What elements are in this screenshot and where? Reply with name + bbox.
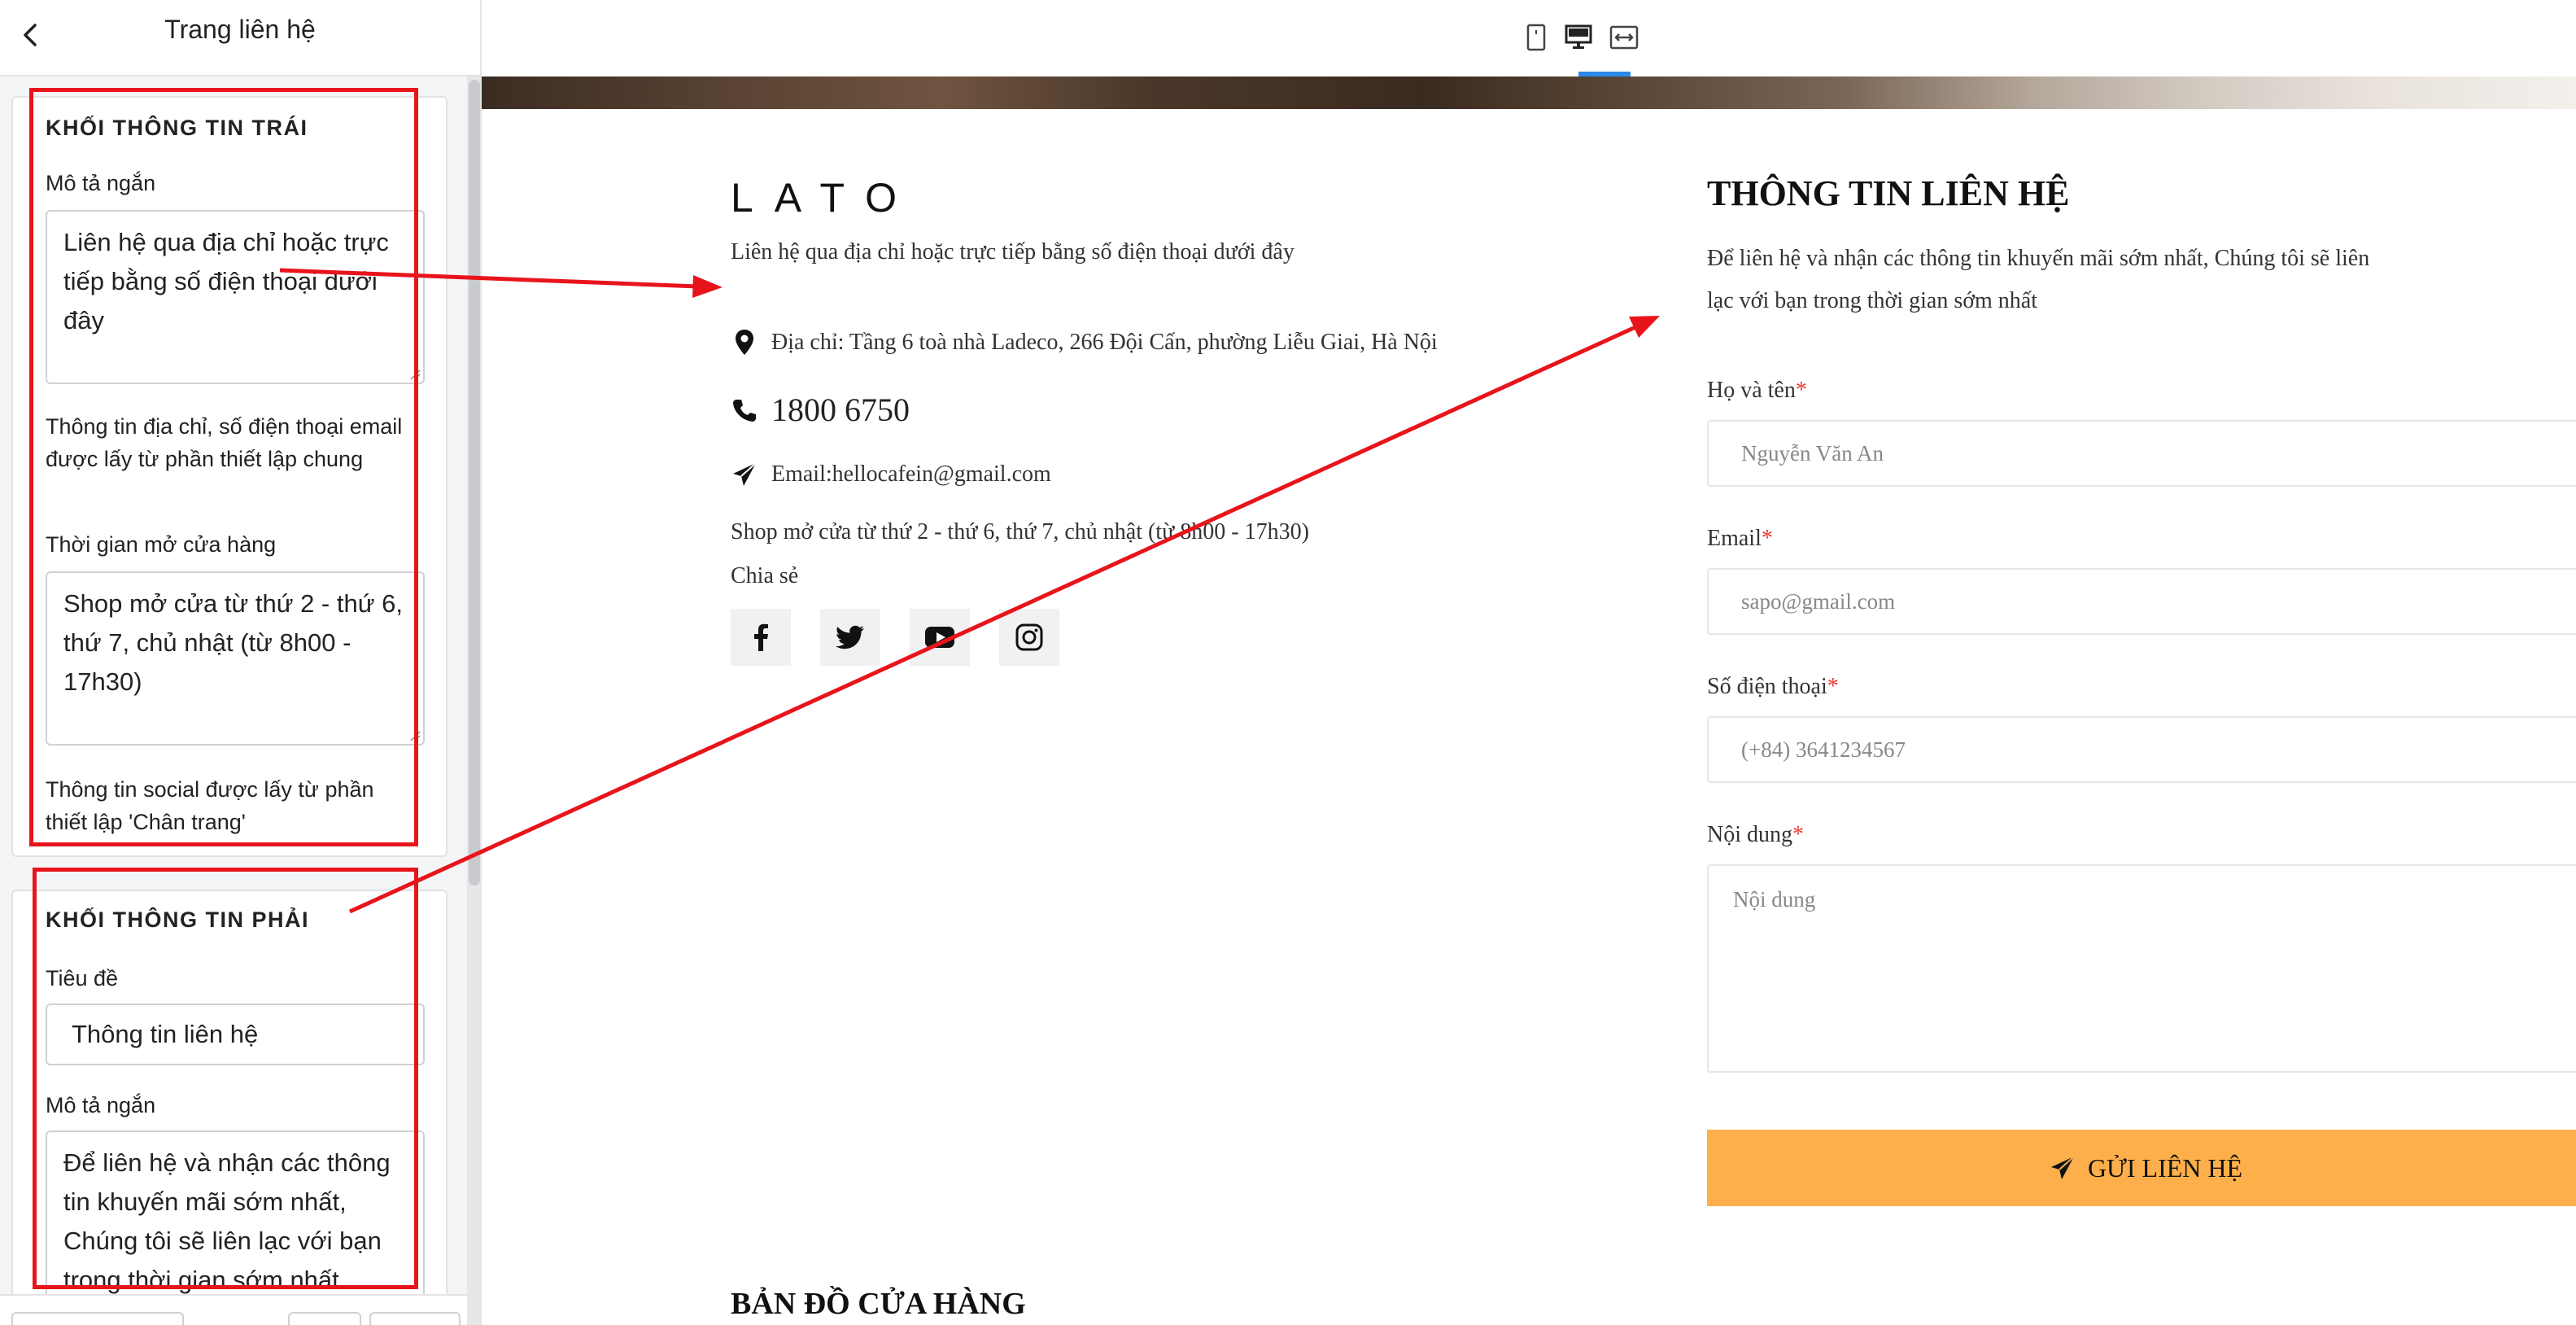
desktop-view-button[interactable] [1556, 15, 1601, 60]
right-short-desc-value: Để liên hệ và nhận các thông tin khuyến … [63, 1148, 391, 1294]
required-mark: * [1792, 822, 1804, 847]
right-short-desc-textarea[interactable]: Để liên hệ và nhận các thông tin khuyến … [46, 1130, 425, 1305]
right-block-heading: KHỐI THÔNG TIN PHẢI [46, 907, 309, 932]
short-desc-label: Mô tả ngắn [46, 171, 156, 195]
phone-input[interactable]: (+84) 3641234567 [1707, 716, 2576, 783]
share-label: Chia sẻ [731, 563, 799, 588]
fullwidth-view-button[interactable] [1601, 15, 1647, 60]
twitter-button[interactable] [820, 609, 880, 666]
arrowhead-icon [692, 275, 723, 298]
opening-hours-value: Shop mở cửa từ thứ 2 - thứ 6, thứ 7, chủ… [63, 589, 403, 696]
desktop-icon [1565, 24, 1592, 49]
footer-button[interactable] [288, 1312, 361, 1325]
paper-plane-icon [731, 461, 758, 488]
mobile-icon [1526, 24, 1546, 51]
message-label: Nội dung* [1707, 822, 1804, 847]
youtube-icon [925, 627, 954, 648]
required-mark: * [1761, 526, 1773, 551]
address-text: Địa chỉ: Tầng 6 toà nhà Ladeco, 266 Đội … [771, 330, 1438, 355]
short-desc-textarea[interactable]: Liên hệ qua địa chỉ hoặc trực tiếp bằng … [46, 210, 425, 384]
mobile-view-button[interactable] [1513, 15, 1559, 60]
required-mark: * [1795, 378, 1807, 403]
phone-label: Số điện thoại* [1707, 674, 1839, 699]
contact-desc-line-1: Để liên hệ và nhận các thông tin khuyến … [1707, 246, 2370, 271]
scrollbar-thumb[interactable] [469, 80, 480, 886]
brand-logo: LATO [731, 175, 918, 221]
instagram-icon [1015, 623, 1043, 651]
resize-grip-icon[interactable] [409, 369, 421, 380]
panel-title: Trang liên hệ [164, 15, 316, 44]
social-info-note: Thông tin social được lấy từ phần thiết … [46, 777, 374, 834]
settings-panel: Trang liên hệ KHỐI THÔNG TIN TRÁI Mô tả … [0, 0, 482, 1325]
submit-contact-button[interactable]: GỬI LIÊN HỆ [1707, 1130, 2576, 1206]
panel-header: Trang liên hệ [0, 0, 480, 77]
instagram-button[interactable] [999, 609, 1059, 666]
opening-hours-text: Shop mở cửa từ thứ 2 - thứ 6, thứ 7, chủ… [731, 519, 1309, 544]
phone-text: 1800 6750 [771, 391, 910, 428]
map-pin-icon [731, 329, 758, 356]
opening-hours-textarea[interactable]: Shop mở cửa từ thứ 2 - thứ 6, thứ 7, chủ… [46, 571, 425, 746]
email-text: Email:hellocafein@gmail.com [771, 461, 1051, 487]
hero-image [482, 77, 2576, 109]
name-input[interactable]: Nguyễn Văn An [1707, 420, 2576, 487]
device-toolbar [482, 0, 2576, 77]
address-info-note: Thông tin địa chỉ, số điện thoại email đ… [46, 414, 403, 471]
title-input[interactable]: Thông tin liên hệ [46, 1004, 425, 1065]
short-desc-value: Liên hệ qua địa chỉ hoặc trực tiếp bằng … [63, 228, 389, 335]
youtube-button[interactable] [910, 609, 970, 666]
store-map-title: BẢN ĐỒ CỬA HÀNG [731, 1287, 1026, 1321]
address-row: Địa chỉ: Tầng 6 toà nhà Ladeco, 266 Đội … [731, 329, 1438, 356]
phone-row: 1800 6750 [731, 391, 910, 429]
left-block-heading: KHỐI THÔNG TIN TRÁI [46, 116, 308, 140]
twitter-icon [836, 625, 864, 649]
right-info-block-card: KHỐI THÔNG TIN PHẢI Tiêu đề Thông tin li… [11, 890, 448, 1325]
left-info-block-card: KHỐI THÔNG TIN TRÁI Mô tả ngắn Liên hệ q… [11, 96, 448, 857]
arrowhead-icon [1629, 316, 1660, 338]
annotation-arrow [348, 325, 1637, 914]
title-label: Tiêu đề [46, 966, 119, 990]
email-label: Email* [1707, 526, 1773, 551]
email-row: Email:hellocafein@gmail.com [731, 461, 1051, 488]
required-mark: * [1827, 674, 1839, 699]
paper-plane-icon [2050, 1156, 2075, 1179]
message-textarea[interactable]: Nội dung [1707, 864, 2576, 1073]
facebook-icon [754, 623, 768, 651]
phone-icon [731, 396, 758, 424]
submit-label: GỬI LIÊN HỆ [2087, 1152, 2243, 1183]
resize-grip-icon[interactable] [409, 730, 421, 741]
contact-title: THÔNG TIN LIÊN HỆ [1707, 173, 2070, 213]
footer-button[interactable] [369, 1312, 461, 1325]
intro-text: Liên hệ qua địa chỉ hoặc trực tiếp bằng … [731, 239, 1295, 265]
footer-button[interactable] [11, 1312, 184, 1325]
opening-hours-label: Thời gian mở cửa hàng [46, 532, 277, 557]
fullwidth-icon [1609, 25, 1639, 50]
name-label: Họ và tên* [1707, 378, 1807, 403]
facebook-button[interactable] [731, 609, 791, 666]
contact-desc-line-2: lạc với bạn trong thời gian sớm nhất [1707, 288, 2038, 313]
short-desc-label: Mô tả ngắn [46, 1093, 156, 1117]
email-input[interactable]: sapo@gmail.com [1707, 568, 2576, 635]
